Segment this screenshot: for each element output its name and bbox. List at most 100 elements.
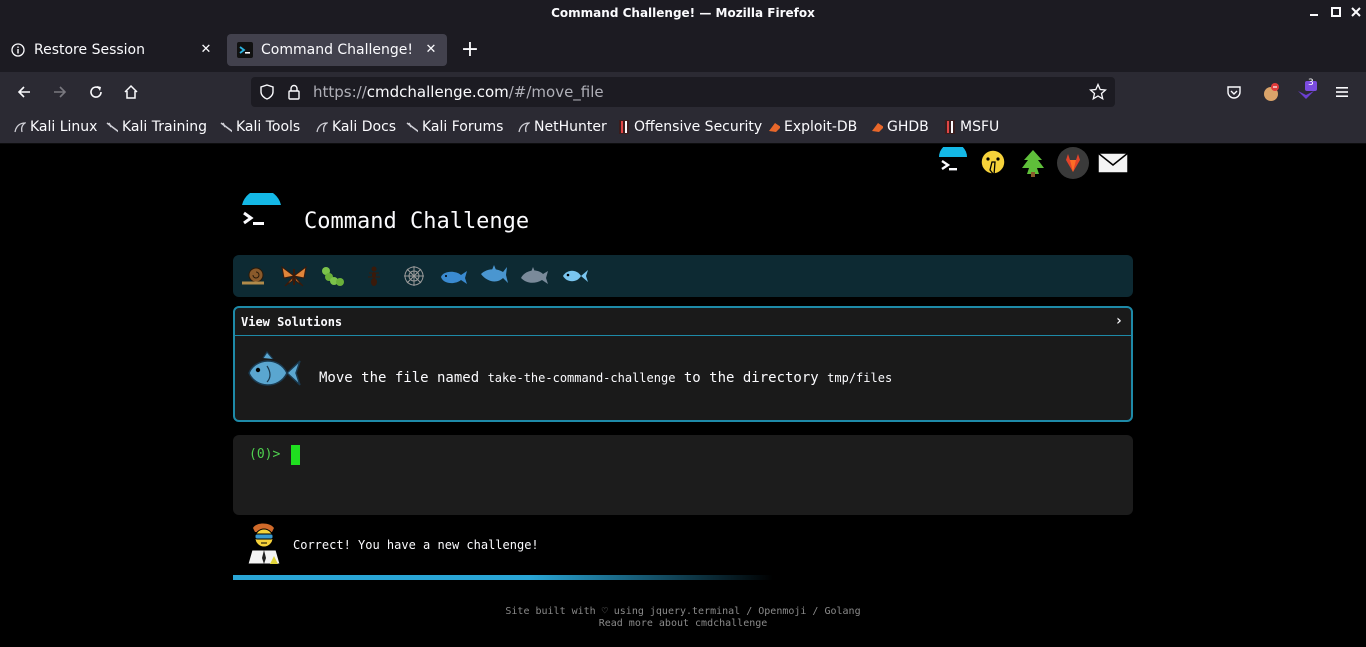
ant-icon[interactable] [358,260,390,292]
kali-dragon-icon [14,120,26,134]
tab-label: Restore Session [34,42,145,58]
minimize-icon [1310,14,1318,16]
kali-dragon-icon [316,120,328,134]
forward-arrow-icon [54,86,67,98]
bookmarks-toolbar: Kali Linux Kali Training Kali Tools Kali… [0,112,1366,144]
caterpillar-icon[interactable] [318,260,350,292]
bookmark-star-icon[interactable] [1088,82,1108,105]
terminal[interactable]: (0)> [233,435,1133,515]
terminal-prompt: (0)> [249,447,289,462]
extension-badge: 3 [1308,78,1314,88]
exploit-db-icon [768,120,780,134]
extension-button-1[interactable] [1259,80,1283,104]
info-icon [10,42,26,58]
tab-command-challenge[interactable]: Command Challenge! ✕ [227,34,447,66]
pocket-button[interactable] [1222,80,1246,104]
levels-bar [233,255,1133,297]
view-solutions-toggle[interactable]: View Solutions › [235,308,1131,336]
tab-label: Command Challenge! [261,42,414,58]
tab-close-icon[interactable]: ✕ [423,42,439,58]
minimize-button[interactable] [1304,4,1324,24]
snail-icon[interactable] [238,260,270,292]
plus-icon: + [460,37,480,62]
extension-cookie-icon [1264,83,1279,101]
bookmark-kali-tools[interactable]: Kali Tools [220,119,300,135]
chevron-right-icon: › [1114,313,1123,329]
spider-web-icon[interactable] [398,260,430,292]
envelope-icon[interactable] [1097,147,1129,179]
window-title: Command Challenge! — Mozilla Firefox [551,6,815,20]
reload-icon [90,86,102,98]
kali-dragon-icon [406,120,418,134]
home-button[interactable] [119,80,143,104]
url-path: /#/move_file [508,83,604,101]
bookmark-exploit-db[interactable]: Exploit-DB [768,119,857,135]
hamburger-menu-icon [1336,87,1348,97]
gitlab-icon[interactable] [1057,147,1089,179]
window-titlebar: Command Challenge! — Mozilla Firefox [0,0,1366,28]
offsec-icon [618,120,630,134]
tracking-shield-icon[interactable] [259,84,275,104]
scientist-avatar-icon [244,522,286,565]
new-tab-button[interactable]: + [458,36,482,64]
progress-fill [233,575,773,580]
challenge-description: Move the file named take-the-command-cha… [319,370,893,386]
offsec-icon [944,120,956,134]
reload-button[interactable] [84,80,108,104]
kali-dragon-icon [220,120,232,134]
bookmark-kali-linux[interactable]: Kali Linux [14,119,97,135]
extension-button-2[interactable]: 3 [1294,78,1318,104]
tab-close-icon[interactable]: ✕ [198,42,214,58]
terminal-favicon-icon [237,42,253,58]
terminal-logo-icon[interactable] [937,147,969,179]
url-bar[interactable]: https://cmdchallenge.com/#/move_file [251,77,1115,107]
close-window-button[interactable] [1346,4,1366,24]
tab-restore-session[interactable]: Restore Session ✕ [0,34,222,66]
challenge-filename: take-the-command-challenge [487,371,676,385]
site-title: Command Challenge [304,209,530,234]
feedback-text: Correct! You have a new challenge! [293,538,539,552]
url-text[interactable]: https://cmdchallenge.com/#/move_file [313,83,604,101]
forward-button[interactable] [48,80,72,104]
kali-dragon-icon [106,120,118,134]
site-logo-icon [237,189,285,241]
exploit-db-icon [871,120,883,134]
lock-icon[interactable] [287,84,301,104]
back-arrow-icon [17,86,30,98]
bookmark-kali-training[interactable]: Kali Training [106,119,207,135]
close-icon [1351,7,1361,17]
bookmark-msfu[interactable]: MSFU [944,119,999,135]
url-scheme: https:// [313,83,367,101]
challenge-fish-icon [245,350,301,396]
tree-icon[interactable] [1017,147,1049,179]
app-menu-button[interactable] [1330,80,1354,104]
navigation-toolbar: https://cmdchallenge.com/#/move_file 3 [0,72,1366,112]
butterfly-icon[interactable] [278,260,310,292]
terminal-cursor[interactable] [291,445,300,465]
footer-credits: Site built with ♡ using jquery.terminal … [505,606,861,617]
maximize-button[interactable] [1326,4,1346,24]
dolphin-icon[interactable] [518,260,550,292]
back-button[interactable] [12,80,36,104]
bookmark-nethunter[interactable]: NetHunter [518,119,607,135]
shushing-face-icon[interactable] [977,147,1009,179]
footer-read-more-link[interactable]: Read more about cmdchallenge [0,618,1366,629]
pocket-icon [1227,86,1241,99]
challenge-directory: tmp/files [827,371,893,385]
feedback-message: Correct! You have a new challenge! [244,522,644,566]
challenge-panel: View Solutions › Move the file named tak… [233,306,1133,422]
maximize-icon [1331,7,1341,17]
shark-icon[interactable] [478,260,510,292]
bookmark-ghdb[interactable]: GHDB [871,119,929,135]
fish-icon[interactable] [558,260,590,292]
bookmark-kali-docs[interactable]: Kali Docs [316,119,396,135]
tab-strip: Restore Session ✕ Command Challenge! ✕ + [0,28,1366,72]
view-solutions-label: View Solutions [241,315,343,329]
whale-icon[interactable] [438,260,470,292]
bookmark-offensive-security[interactable]: Offensive Security [618,119,762,135]
url-host: cmdchallenge.com [366,83,509,101]
bookmark-kali-forums[interactable]: Kali Forums [406,119,503,135]
home-icon [124,84,138,99]
progress-bar [233,575,773,580]
page-content: Command Challenge View Solutions › Move … [0,145,1366,647]
